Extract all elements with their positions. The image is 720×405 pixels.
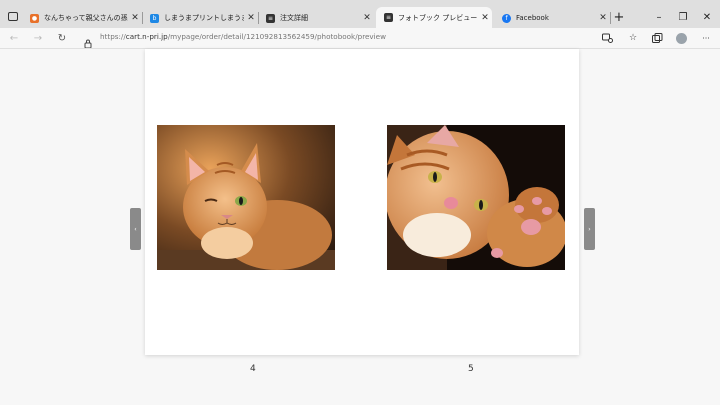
- chevron-right-icon: ›: [588, 225, 591, 233]
- close-tab-icon[interactable]: ✕: [244, 13, 258, 23]
- minimize-button[interactable]: –: [646, 7, 672, 27]
- close-tab-icon[interactable]: ✕: [360, 13, 374, 23]
- cat-photo-left: [157, 125, 335, 270]
- tab-label: フォトブック プレビュー: [398, 13, 478, 22]
- close-tab-icon[interactable]: ✕: [478, 13, 492, 23]
- maximize-button[interactable]: ❐: [670, 7, 696, 27]
- url-field[interactable]: https://cart.n-pri.jp/mypage/order/detai…: [100, 32, 386, 41]
- close-window-button[interactable]: ✕: [694, 7, 720, 27]
- lock-icon[interactable]: [84, 33, 92, 49]
- new-tab-button[interactable]: +: [606, 7, 632, 27]
- tab-label: なんちゃって親父さんの孫日記 -: [44, 14, 128, 22]
- tab-photobook-preview[interactable]: ≡ フォトブック プレビュー ✕: [376, 7, 492, 28]
- shimauma-favicon-icon: ≡: [266, 13, 275, 23]
- next-page-button[interactable]: ›: [584, 208, 595, 250]
- url-prefix: https://: [100, 32, 126, 41]
- url-path: /mypage/order/detail/121092813562459/pho…: [167, 32, 386, 41]
- tab-order-detail[interactable]: ≡ 注文詳細 ✕: [258, 8, 374, 28]
- prev-page-button[interactable]: ‹: [130, 208, 141, 250]
- photobook-spread: [145, 49, 579, 355]
- tab-blog[interactable]: ● なんちゃって親父さんの孫日記 - ✕: [22, 8, 142, 28]
- forward-button[interactable]: →: [30, 31, 46, 45]
- reload-button[interactable]: ↻: [54, 31, 70, 45]
- back-button[interactable]: ←: [6, 31, 22, 45]
- facebook-favicon-icon: f: [502, 13, 511, 23]
- tab-label: 注文詳細: [280, 14, 308, 22]
- bing-favicon-icon: b: [150, 13, 159, 23]
- tab-actions-icon[interactable]: [8, 12, 18, 21]
- read-aloud-icon[interactable]: [600, 31, 614, 45]
- blog-favicon-icon: ●: [30, 13, 39, 23]
- chevron-left-icon: ‹: [134, 225, 137, 233]
- cat-photo-right: [387, 125, 565, 270]
- tab-bing[interactable]: b しまうまプリントしまうま - Bing ✕: [142, 8, 258, 28]
- tab-label: しまうまプリントしまうま - Bing: [164, 14, 244, 22]
- profile-avatar[interactable]: [674, 31, 688, 45]
- favorites-star-icon[interactable]: ☆: [626, 31, 640, 45]
- url-host: cart.n-pri.jp: [125, 32, 168, 41]
- tab-bar: ● なんちゃって親父さんの孫日記 - ✕ b しまうまプリントしまうま - Bi…: [0, 0, 720, 28]
- address-bar: ← → ↻ https://cart.n-pri.jp/mypage/order…: [0, 28, 720, 49]
- shimauma-favicon-icon: ≡: [384, 13, 393, 22]
- close-tab-icon[interactable]: ✕: [128, 13, 142, 23]
- tab-label: Facebook: [516, 14, 549, 22]
- more-menu-icon[interactable]: ···: [699, 31, 713, 45]
- tab-facebook[interactable]: f Facebook ✕: [494, 8, 610, 28]
- collections-icon[interactable]: [650, 31, 664, 45]
- right-page-number: 5: [468, 364, 474, 374]
- left-page-number: 4: [250, 364, 256, 374]
